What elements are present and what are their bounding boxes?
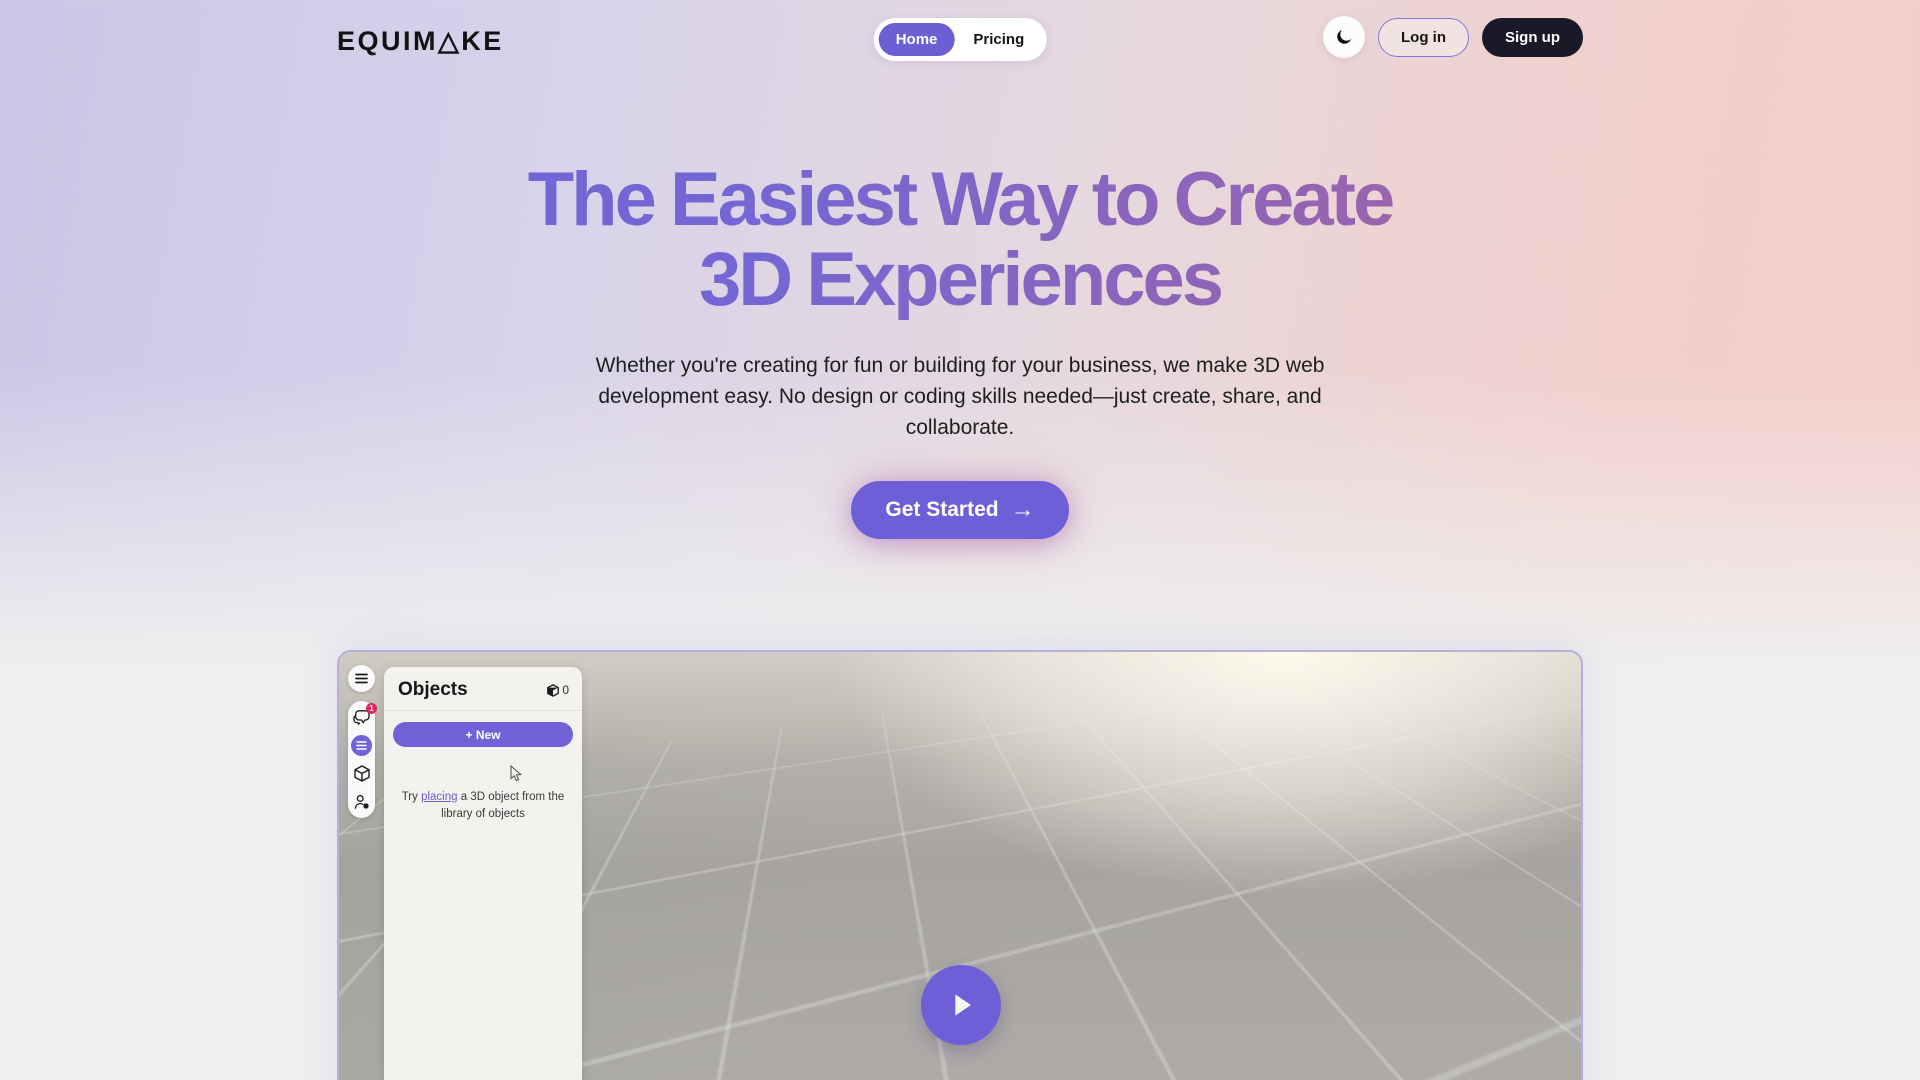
- hero-description: Whether you're creating for fun or build…: [575, 350, 1345, 443]
- get-started-label: Get Started: [885, 498, 998, 522]
- menu-button[interactable]: [348, 665, 375, 692]
- hamburger-icon: [355, 673, 368, 684]
- hint-prefix: Try: [402, 791, 421, 803]
- new-object-button[interactable]: + New: [393, 722, 573, 747]
- get-started-button[interactable]: Get Started →: [851, 481, 1068, 539]
- hero-title-line1: The Easiest Way to Create: [528, 157, 1393, 242]
- placing-link[interactable]: placing: [421, 791, 457, 803]
- library-button[interactable]: [351, 763, 372, 784]
- objects-panel-header: Objects 0: [384, 667, 582, 711]
- objects-panel: Objects 0 + New Try placing a 3D object …: [384, 667, 582, 1080]
- app-preview-window: 1 Objects: [337, 650, 1583, 1080]
- list-icon: [356, 741, 367, 750]
- play-button[interactable]: [921, 965, 1001, 1045]
- notification-badge: 1: [366, 703, 377, 714]
- play-icon: [944, 988, 978, 1022]
- hero-section: The Easiest Way to Create3D Experiences …: [0, 0, 1920, 539]
- hero-title: The Easiest Way to Create3D Experiences: [0, 160, 1920, 320]
- objects-count-value: 0: [562, 683, 569, 697]
- chat-button[interactable]: 1: [351, 707, 372, 728]
- user-settings-icon: [354, 794, 370, 810]
- hero-title-line2: 3D Experiences: [699, 237, 1221, 322]
- cube-icon: [354, 765, 370, 782]
- user-settings-button[interactable]: [351, 791, 372, 812]
- objects-hint: Try placing a 3D object from the library…: [397, 789, 569, 822]
- objects-list-button[interactable]: [351, 735, 372, 756]
- toolbar-rail: 1: [348, 701, 375, 818]
- arrow-right-icon: →: [1011, 498, 1035, 522]
- cube-icon: [547, 684, 559, 697]
- objects-panel-title: Objects: [398, 679, 468, 701]
- hint-suffix: a 3D object from the library of objects: [441, 791, 564, 820]
- objects-count: 0: [547, 683, 569, 697]
